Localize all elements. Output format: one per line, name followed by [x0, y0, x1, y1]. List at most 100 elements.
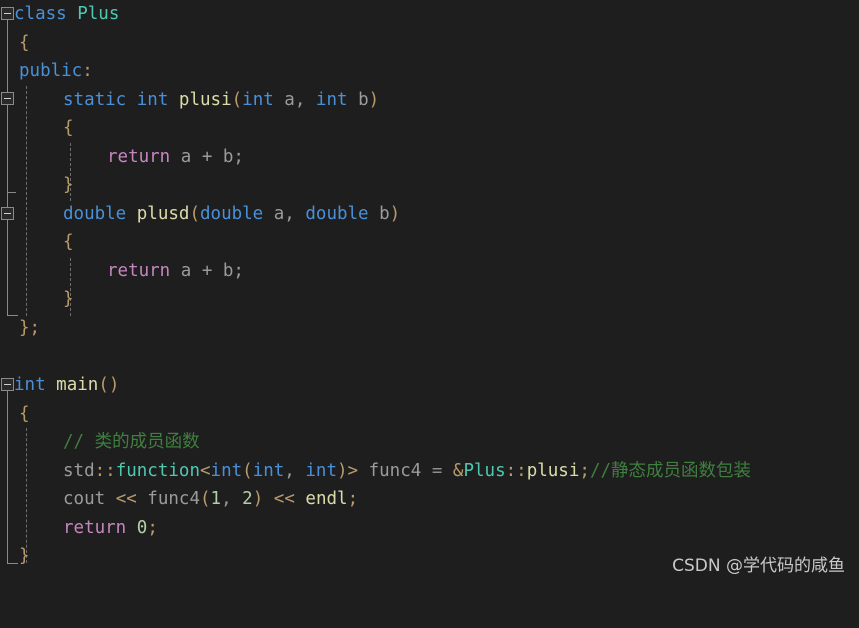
token-semicolon: ;: [579, 460, 590, 481]
code-line-text: std::function<int(int, int)> func4 = &Pl…: [63, 457, 751, 486]
code-line-text: int main(): [14, 371, 119, 400]
token-comma: ,: [284, 460, 306, 481]
code-line-blank[interactable]: [0, 342, 859, 371]
code-content[interactable]: class Plus { public: static int plusi(in…: [0, 0, 859, 584]
token-param-name: a,: [263, 203, 306, 224]
token-number: 0: [136, 517, 148, 538]
token-shift-operator: <<: [263, 489, 306, 509]
token-param-type: int: [315, 89, 348, 110]
code-line[interactable]: }: [0, 171, 859, 200]
code-line-text: class Plus: [14, 0, 119, 29]
code-line[interactable]: {: [0, 29, 859, 58]
token-brace: {: [63, 118, 74, 138]
code-line[interactable]: {: [0, 228, 859, 257]
token-comma: ,: [221, 489, 243, 509]
token-scope-operator: ::: [94, 460, 116, 481]
token-brace: }: [19, 317, 30, 338]
token-function-name-main: main: [56, 375, 99, 395]
code-line-text: double plusd(double a, double b): [63, 200, 400, 229]
token-paren-close: ): [389, 203, 401, 224]
token-type-function: function: [115, 460, 200, 481]
token-access-specifier: public: [19, 61, 83, 81]
code-line[interactable]: double plusd(double a, double b): [0, 200, 859, 229]
code-line-text: return 0;: [63, 514, 158, 543]
code-line-text: }: [63, 285, 74, 314]
token-namespace-std: std: [63, 460, 95, 481]
token-paren-close: ): [368, 89, 380, 110]
token-param-name: b: [368, 203, 390, 224]
token-brace: {: [19, 32, 30, 53]
token-number: 1: [210, 489, 222, 509]
code-line[interactable]: int main(): [0, 371, 859, 400]
token-semicolon: ;: [347, 489, 359, 509]
code-line[interactable]: return a + b;: [0, 143, 859, 172]
token-param-type: double: [200, 203, 264, 224]
code-line[interactable]: {: [0, 400, 859, 429]
token-param-type: double: [305, 203, 369, 224]
token-comment: //静态成员函数包装: [589, 460, 752, 481]
token-param-name: a,: [273, 89, 316, 110]
token-cout: cout: [63, 489, 116, 509]
token-paren-open: (: [231, 89, 243, 110]
code-line-text: {: [63, 114, 74, 143]
code-line[interactable]: static int plusi(int a, int b): [0, 86, 859, 115]
token-type-double: double: [63, 203, 127, 224]
token-type-int: int: [136, 89, 169, 110]
token-template-int: int: [252, 460, 285, 481]
token-param-type: int: [242, 89, 274, 110]
token-paren-open: (: [242, 460, 253, 481]
code-line[interactable]: }: [0, 285, 859, 314]
code-line-text: }: [63, 171, 74, 200]
token-type-int: int: [14, 375, 46, 395]
code-line-text: };: [19, 314, 40, 343]
code-line-text: return a + b;: [107, 257, 244, 286]
token-brace: }: [63, 175, 74, 195]
token-comment: // 类的成员函数: [63, 432, 200, 452]
token-brace: {: [63, 232, 74, 252]
token-return: return: [63, 517, 127, 538]
token-paren-open: (: [189, 203, 200, 224]
code-line-text: public:: [19, 57, 93, 86]
code-line-text: {: [19, 29, 30, 58]
code-line[interactable]: cout << func4(1, 2) << endl;: [0, 485, 859, 514]
token-brace: }: [63, 289, 74, 309]
token-template-int: int: [210, 460, 243, 481]
token-shift-operator: <<: [115, 489, 137, 509]
token-semicolon: ;: [147, 517, 158, 538]
code-line-text: // 类的成员函数: [63, 428, 200, 457]
code-line-text: cout << func4(1, 2) << endl;: [63, 485, 358, 514]
token-expression: a + b;: [170, 146, 244, 167]
code-line[interactable]: public:: [0, 57, 859, 86]
code-line[interactable]: return 0;: [0, 514, 859, 543]
code-line[interactable]: };: [0, 314, 859, 343]
token-expression: a + b;: [170, 260, 244, 281]
token-template-int: int: [305, 460, 337, 481]
token-scope-operator: ::: [505, 460, 527, 481]
token-angle-close: >: [347, 460, 359, 481]
token-return: return: [107, 260, 171, 281]
code-line-text: {: [19, 400, 30, 429]
token-paren-close: ): [336, 460, 348, 481]
code-line[interactable]: class Plus: [0, 0, 859, 29]
token-keyword: class: [14, 4, 67, 24]
token-function-name: plusi: [178, 89, 232, 110]
token-return: return: [107, 146, 171, 167]
token-member-plusi: plusi: [526, 460, 580, 481]
token-function-name: plusd: [136, 203, 190, 224]
code-line[interactable]: {: [0, 114, 859, 143]
token-endl: endl: [305, 489, 348, 509]
token-keyword-static: static: [63, 89, 127, 110]
token-parens: (): [98, 375, 120, 395]
code-line[interactable]: return a + b;: [0, 257, 859, 286]
code-editor[interactable]: class Plus { public: static int plusi(in…: [0, 0, 859, 584]
code-line-text: return a + b;: [107, 143, 244, 172]
token-number: 2: [242, 489, 253, 509]
code-line[interactable]: std::function<int(int, int)> func4 = &Pl…: [0, 457, 859, 486]
csdn-watermark: CSDN @学代码的咸鱼: [672, 556, 845, 576]
code-line[interactable]: // 类的成员函数: [0, 428, 859, 457]
token-colon: :: [82, 61, 93, 81]
token-call-func4: func4: [136, 489, 200, 509]
token-paren-open: (: [199, 489, 211, 509]
token-param-name: b: [347, 89, 369, 110]
